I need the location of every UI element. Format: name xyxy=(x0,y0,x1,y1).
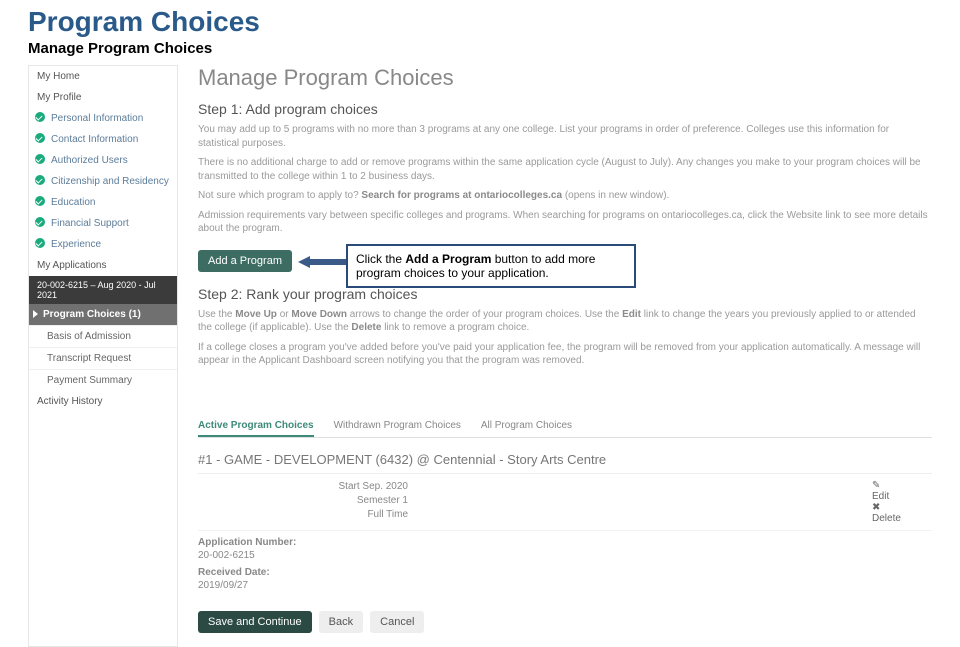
choice-time: Full Time xyxy=(198,508,408,522)
choice-start: Start Sep. 2020 xyxy=(198,480,408,494)
nav-my-applications[interactable]: My Applications xyxy=(29,255,177,276)
page-title: Program Choices xyxy=(0,0,960,38)
nav-personal-info[interactable]: Personal Information xyxy=(29,108,177,129)
app-number-label: Application Number: xyxy=(198,537,932,548)
bottom-buttons: Save and Continue Back Cancel xyxy=(198,603,932,647)
received-date-value: 2019/09/27 xyxy=(198,580,932,591)
received-date: Received Date: 2019/09/27 xyxy=(198,567,932,591)
p3-link[interactable]: Search for programs at ontariocolleges.c… xyxy=(361,190,562,201)
nav-program-choices[interactable]: Program Choices (1) xyxy=(29,304,177,325)
page-subtitle: Manage Program Choices xyxy=(0,38,960,65)
add-program-button[interactable]: Add a Program xyxy=(198,250,292,272)
save-continue-button[interactable]: Save and Continue xyxy=(198,611,312,633)
nav-transcript-request[interactable]: Transcript Request xyxy=(29,347,177,369)
p5a: Use the xyxy=(198,309,235,320)
nav-contact-info[interactable]: Contact Information xyxy=(29,129,177,150)
nav-experience[interactable]: Experience xyxy=(29,234,177,255)
choice-sem: Semester 1 xyxy=(198,494,408,508)
step2-para2: If a college closes a program you've add… xyxy=(198,341,932,368)
edit-icon: ✎ xyxy=(872,480,882,491)
step2-para1: Use the Move Up or Move Down arrows to c… xyxy=(198,308,932,335)
nav-authorized-users[interactable]: Authorized Users xyxy=(29,150,177,171)
delete-link[interactable]: ✖ Delete xyxy=(872,502,932,524)
nav-citizenship[interactable]: Citizenship and Residency xyxy=(29,171,177,192)
nav-my-profile[interactable]: My Profile xyxy=(29,87,177,108)
edit-link[interactable]: ✎ Edit xyxy=(872,480,932,502)
delete-label: Delete xyxy=(872,513,932,524)
sidebar: My Home My Profile Personal Information … xyxy=(28,65,178,647)
tab-active-choices[interactable]: Active Program Choices xyxy=(198,420,314,437)
nav-activity-history[interactable]: Activity History xyxy=(29,391,177,412)
p3-text-a: Not sure which program to apply to? xyxy=(198,190,361,201)
step2-heading: Step 2: Rank your program choices xyxy=(198,286,932,302)
tab-all-choices[interactable]: All Program Choices xyxy=(481,420,572,437)
choice-1-row: Start Sep. 2020 Semester 1 Full Time ✎ E… xyxy=(198,474,932,531)
choice-1-actions: ✎ Edit ✖ Delete xyxy=(872,480,932,524)
callout-box: Click the Add a Program button to add mo… xyxy=(346,244,636,288)
delete-icon: ✖ xyxy=(872,502,882,513)
callout-text-a: Click the xyxy=(356,252,405,266)
p5e: arrows to change the order of your progr… xyxy=(347,309,622,320)
p3-text-c: (opens in new window). xyxy=(562,190,669,201)
step1-para1: You may add up to 5 programs with no mor… xyxy=(198,123,932,150)
choice-1-details: Start Sep. 2020 Semester 1 Full Time xyxy=(198,480,418,524)
p5c: or xyxy=(277,309,291,320)
cancel-button[interactable]: Cancel xyxy=(370,611,424,633)
add-program-row: Add a Program Click the Add a Program bu… xyxy=(198,242,292,286)
app-number: Application Number: 20-002-6215 xyxy=(198,537,932,561)
main-content: Manage Program Choices Step 1: Add progr… xyxy=(178,65,932,647)
choice-1-spacer xyxy=(418,480,872,524)
step1-para3: Not sure which program to apply to? Sear… xyxy=(198,189,932,203)
callout-arrow-icon xyxy=(298,256,346,266)
p5i: link to remove a program choice. xyxy=(381,322,529,333)
tabs: Active Program Choices Withdrawn Program… xyxy=(198,420,932,438)
received-date-label: Received Date: xyxy=(198,567,932,578)
choice-1-title: #1 - GAME - DEVELOPMENT (6432) @ Centenn… xyxy=(198,446,932,474)
app-frame: My Home My Profile Personal Information … xyxy=(0,65,960,647)
nav-financial[interactable]: Financial Support xyxy=(29,213,177,234)
p5d: Move Down xyxy=(291,309,347,320)
p5b: Move Up xyxy=(235,309,277,320)
step1-para2: There is no additional charge to add or … xyxy=(198,156,932,183)
nav-my-home[interactable]: My Home xyxy=(29,66,177,87)
callout-text-b: Add a Program xyxy=(405,252,491,266)
tab-withdrawn-choices[interactable]: Withdrawn Program Choices xyxy=(334,420,461,437)
p5h: Delete xyxy=(351,322,381,333)
nav-basis-admission[interactable]: Basis of Admission xyxy=(29,325,177,347)
step1-para4: Admission requirements vary between spec… xyxy=(198,209,932,236)
main-heading: Manage Program Choices xyxy=(198,65,932,91)
p5f: Edit xyxy=(622,309,641,320)
edit-label: Edit xyxy=(872,491,932,502)
nav-education[interactable]: Education xyxy=(29,192,177,213)
nav-application-id[interactable]: 20-002-6215 – Aug 2020 - Jul 2021 xyxy=(29,276,177,304)
nav-payment-summary[interactable]: Payment Summary xyxy=(29,369,177,391)
app-number-value: 20-002-6215 xyxy=(198,550,932,561)
step1-heading: Step 1: Add program choices xyxy=(198,101,932,117)
back-button[interactable]: Back xyxy=(319,611,363,633)
